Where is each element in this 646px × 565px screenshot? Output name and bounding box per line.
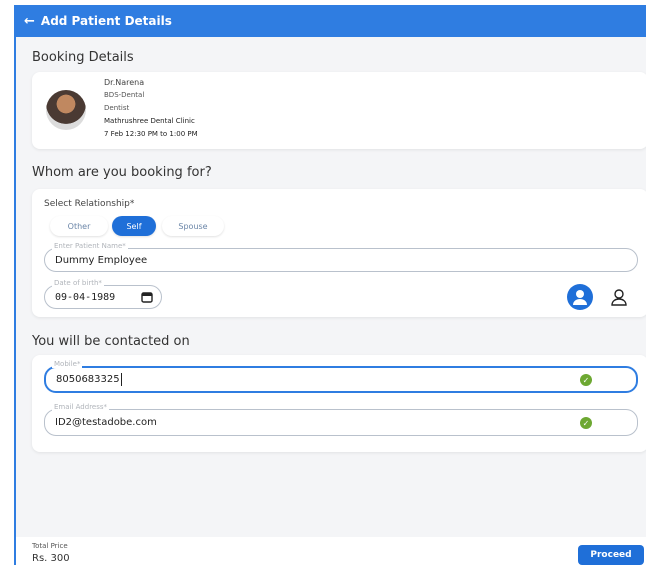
- doctor-avatar: [46, 90, 86, 130]
- proceed-button[interactable]: Proceed: [578, 545, 644, 565]
- male-avatar-icon[interactable]: [567, 284, 593, 310]
- patient-name-input[interactable]: Dummy Employee: [44, 248, 638, 272]
- contact-section-title: You will be contacted on: [32, 334, 190, 349]
- patient-section-title: Whom are you booking for?: [32, 165, 212, 180]
- relationship-label: Select Relationship*: [44, 199, 135, 209]
- mobile-input[interactable]: 8050683325: [44, 366, 638, 393]
- dob-label: Date of birth*: [52, 279, 104, 287]
- mobile-value: 8050683325: [56, 374, 120, 385]
- doctor-name: Dr.Narena: [104, 78, 145, 87]
- relationship-other[interactable]: Other: [50, 216, 108, 236]
- top-app-bar: ← Add Patient Details: [16, 5, 646, 37]
- email-label: Email Address*: [52, 403, 110, 411]
- total-price-label: Total Price: [32, 542, 68, 550]
- arrow-left-icon[interactable]: ←: [24, 14, 35, 29]
- app-frame: ← Add Patient Details Booking Details Dr…: [14, 5, 646, 565]
- bottom-bar: Total Price Rs. 300 Proceed: [16, 537, 646, 565]
- total-price-value: Rs. 300: [32, 553, 70, 564]
- doctor-specialty: Dentist: [104, 104, 130, 112]
- email-check-icon: ✓: [580, 417, 592, 429]
- doctor-info: Dr.Narena BDS-Dental Dentist Mathrushree…: [104, 76, 198, 141]
- dob-input[interactable]: 09-04-1989: [44, 285, 162, 309]
- appointment-slot: 7 Feb 12:30 PM to 1:00 PM: [104, 130, 198, 138]
- booking-section-title: Booking Details: [32, 50, 134, 65]
- page-title: Add Patient Details: [40, 14, 172, 28]
- text-cursor: [120, 373, 122, 386]
- dob-value: 09-04-1989: [55, 291, 116, 303]
- contact-card: 8050683325 Mobile* ✓ ID2@testadobe.com E…: [32, 355, 646, 452]
- relationship-spouse[interactable]: Spouse: [162, 216, 224, 236]
- patient-card: Select Relationship* Other Self Spouse D…: [32, 189, 646, 317]
- email-input[interactable]: ID2@testadobe.com: [44, 409, 638, 436]
- booking-card: Dr.Narena BDS-Dental Dentist Mathrushree…: [32, 72, 646, 149]
- mobile-check-icon: ✓: [580, 374, 592, 386]
- doctor-degree: BDS-Dental: [104, 91, 145, 99]
- patient-name-value: Dummy Employee: [55, 254, 148, 266]
- patient-name-label: Enter Patient Name*: [52, 242, 128, 250]
- relationship-self[interactable]: Self: [112, 216, 156, 236]
- mobile-label: Mobile*: [52, 360, 83, 368]
- calendar-icon[interactable]: [141, 291, 153, 306]
- email-value: ID2@testadobe.com: [55, 417, 157, 428]
- clinic-name: Mathrushree Dental Clinic: [104, 117, 195, 125]
- female-avatar-icon[interactable]: [606, 284, 632, 310]
